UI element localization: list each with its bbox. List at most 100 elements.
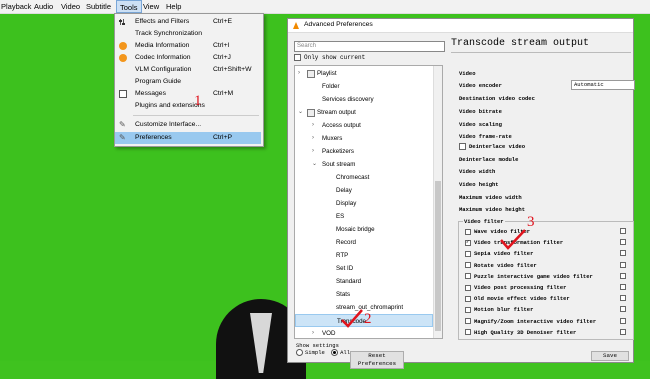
- checkbox-box[interactable]: [620, 228, 626, 234]
- tree-item[interactable]: › Access output: [295, 119, 433, 132]
- tree-item[interactable]: Folder: [295, 80, 433, 93]
- checkbox-box[interactable]: [620, 284, 626, 290]
- checkbox-box[interactable]: [620, 328, 626, 335]
- checkbox-box: [465, 295, 471, 302]
- radio-simple[interactable]: Simple: [296, 349, 325, 357]
- field-label: Video scaling: [459, 121, 502, 128]
- vlc-cone-icon: [293, 22, 299, 29]
- menu-audio[interactable]: Audio: [34, 0, 53, 13]
- chevron-right-icon[interactable]: ›: [312, 132, 314, 145]
- chevron-right-icon[interactable]: ›: [312, 119, 314, 132]
- tree-item[interactable]: Set ID: [295, 262, 433, 275]
- filter-checkbox[interactable]: High Quality 3D Denoiser filter: [465, 329, 576, 336]
- tree-item[interactable]: Standard: [295, 275, 433, 288]
- checkbox-box[interactable]: [620, 239, 626, 246]
- chevron-right-icon[interactable]: ›: [312, 145, 314, 158]
- field-label: Video encoder: [459, 82, 502, 89]
- only-show-current-checkbox[interactable]: Only show current: [294, 54, 365, 62]
- tree-item[interactable]: › Muxers: [295, 132, 433, 145]
- tree-item[interactable]: Mosaic bridge: [295, 223, 433, 236]
- tree-scrollbar[interactable]: [433, 66, 442, 338]
- video-filter-group: Video filter Wave video filter ✓ Video tra…: [458, 218, 634, 340]
- tree-item[interactable]: ES: [295, 210, 433, 223]
- panel-title: Transcode stream output: [451, 38, 590, 49]
- menu-view[interactable]: View: [143, 0, 159, 13]
- filter-checkbox[interactable]: Rotate video filter: [465, 262, 537, 269]
- menu-separator: [133, 115, 259, 116]
- chevron-down-icon[interactable]: ⌄: [298, 106, 303, 119]
- menu-help[interactable]: Help: [166, 0, 181, 13]
- filter-checkbox[interactable]: Magnify/Zoom interactive video filter: [465, 318, 596, 325]
- field-label: Video bitrate: [459, 108, 502, 115]
- chevron-down-icon[interactable]: ⌄: [312, 158, 317, 171]
- reset-preferences-button[interactable]: Reset Preferences: [350, 351, 404, 369]
- tree-item[interactable]: Record: [295, 236, 433, 249]
- preferences-tree: › Playlist Folder Services discovery ⌄ Stream…: [294, 65, 443, 339]
- save-button[interactable]: Save: [591, 351, 629, 361]
- filter-checkbox[interactable]: Old movie effect video filter: [465, 295, 570, 302]
- tree-item[interactable]: › Packetizers: [295, 145, 433, 158]
- wrench-icon: ✎: [119, 120, 126, 129]
- menu-video[interactable]: Video: [61, 0, 80, 13]
- menu-item-program-guide[interactable]: Program Guide: [115, 76, 261, 88]
- tree-item[interactable]: Display: [295, 197, 433, 210]
- menu-playback[interactable]: Playback: [1, 0, 31, 13]
- menu-tools[interactable]: Tools: [116, 0, 142, 13]
- tree-item[interactable]: Chromecast: [295, 171, 433, 184]
- tree-item[interactable]: › VOD: [295, 327, 433, 338]
- scroll-thumb[interactable]: [435, 181, 441, 331]
- field-label: Video height: [459, 181, 499, 188]
- checkbox-box: [465, 250, 471, 257]
- filter-checkbox[interactable]: Video post processing filter: [465, 284, 566, 291]
- checkbox-box: [465, 284, 471, 291]
- menu-item-vlm-config[interactable]: VLM Configuration Ctrl+Shift+W: [115, 64, 261, 76]
- chevron-right-icon[interactable]: ›: [312, 327, 314, 338]
- search-input[interactable]: Search: [294, 41, 445, 52]
- checkbox-box: [465, 306, 471, 313]
- checkbox-box[interactable]: [620, 306, 626, 313]
- tree-item[interactable]: Stats: [295, 288, 433, 301]
- tree-item[interactable]: ⌄ Stream output: [295, 106, 433, 119]
- checkbox-box[interactable]: [620, 272, 626, 279]
- checkbox-box[interactable]: [620, 250, 626, 257]
- menu-item-preferences[interactable]: ✎ Preferences Ctrl+P: [115, 132, 261, 144]
- menu-item-messages[interactable]: Messages Ctrl+M: [115, 88, 261, 100]
- field-label[interactable]: Deinterlace video: [459, 143, 525, 151]
- checkmark-annotation: [341, 309, 363, 328]
- filter-checkbox[interactable]: Puzzle interactive game video filter: [465, 273, 593, 280]
- field-label: Maximum video width: [459, 194, 522, 201]
- filter-checkbox[interactable]: Motion blur filter: [465, 306, 533, 313]
- tree-item[interactable]: ⌄ Sout stream: [295, 158, 433, 171]
- checkbox-box[interactable]: [620, 295, 626, 302]
- tree-item[interactable]: Delay: [295, 184, 433, 197]
- menu-item-codec-info[interactable]: Codec Information Ctrl+J: [115, 52, 261, 64]
- panel-divider: [451, 52, 631, 53]
- checkbox-checked: ✓: [465, 239, 471, 246]
- menu-subtitle[interactable]: Subtitle: [86, 0, 111, 13]
- checkbox-box[interactable]: [620, 261, 626, 268]
- folder-icon: [307, 109, 315, 117]
- field-label: Video width: [459, 168, 496, 175]
- annotation-3: 3: [527, 214, 535, 230]
- radio-all[interactable]: All: [331, 349, 350, 357]
- checkbox-box[interactable]: [620, 317, 626, 324]
- menu-item-plugins[interactable]: Plugins and extensions: [115, 100, 261, 112]
- tree-item[interactable]: RTP: [295, 249, 433, 262]
- menu-item-customize-interface[interactable]: ✎ Customize Interface...: [115, 119, 261, 131]
- checkbox-box: [465, 228, 471, 235]
- menu-item-effects-filters[interactable]: Effects and Filters Ctrl+E: [115, 16, 261, 28]
- field-label: Video: [459, 70, 476, 77]
- video-encoder-select[interactable]: Automatic: [571, 80, 635, 90]
- field-label: Video frame-rate: [459, 133, 512, 140]
- menu-item-track-sync[interactable]: Track Synchronization: [115, 28, 261, 40]
- tree-item[interactable]: Services discovery: [295, 93, 433, 106]
- menubar: Playback Audio Video Subtitle Tools View…: [0, 0, 650, 14]
- filter-checkbox[interactable]: Sepia video filter: [465, 250, 533, 257]
- sliders-icon: [119, 18, 127, 26]
- menu-item-media-info[interactable]: Media Information Ctrl+I: [115, 40, 261, 52]
- deinterlace-checkbox[interactable]: [459, 143, 466, 151]
- annotation-1: 1: [194, 93, 202, 109]
- field-label: Deinterlace module: [459, 156, 519, 163]
- chevron-right-icon[interactable]: ›: [298, 67, 300, 80]
- tree-item[interactable]: › Playlist: [295, 67, 433, 80]
